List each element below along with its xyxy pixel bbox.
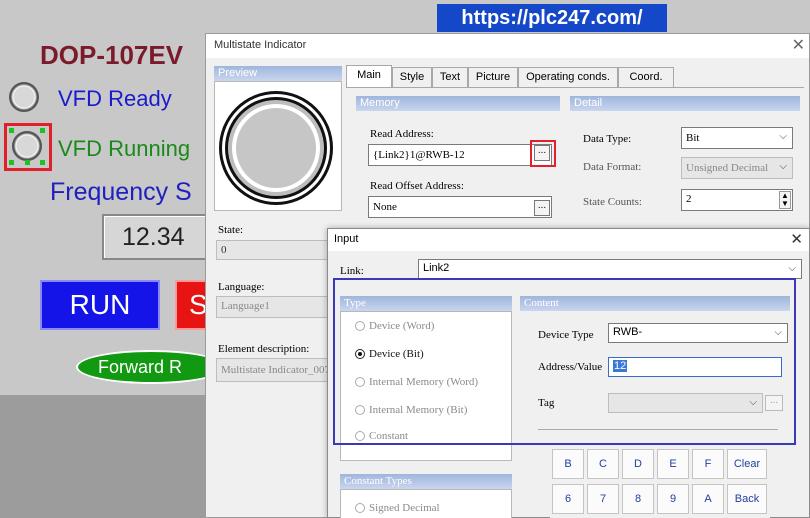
- element-description-field[interactable]: Multistate Indicator_007: [216, 358, 334, 382]
- chevron-down-icon: ⌵: [788, 263, 796, 274]
- read-offset-browse-button[interactable]: ...: [534, 200, 550, 216]
- key-9[interactable]: 9: [657, 484, 689, 514]
- key-e[interactable]: E: [657, 449, 689, 479]
- tab-picture[interactable]: Picture: [468, 67, 518, 87]
- constant-option-signed-decimal[interactable]: Signed Decimal: [355, 502, 440, 514]
- data-format-select[interactable]: Unsigned Decimal ⌵: [681, 157, 793, 179]
- read-address-field[interactable]: {Link2}1@RWB-12: [368, 144, 552, 166]
- key-c[interactable]: C: [587, 449, 619, 479]
- back-button[interactable]: Back: [727, 484, 767, 514]
- read-offset-label: Read Offset Address:: [370, 180, 464, 192]
- vfd-ready-label: VFD Ready: [58, 86, 172, 111]
- input-dialog-title: Input: [334, 233, 359, 245]
- vfd-ready-lamp-icon[interactable]: [9, 82, 39, 112]
- url-banner: https://plc247.com/: [437, 4, 667, 32]
- close-icon[interactable]: ✕: [792, 35, 805, 55]
- tab-text[interactable]: Text: [432, 67, 468, 87]
- tab-operating-conds[interactable]: Operating conds.: [518, 67, 618, 87]
- dialog-title: Multistate Indicator: [214, 39, 307, 51]
- data-type-select[interactable]: Bit ⌵: [681, 127, 793, 149]
- data-type-value: Bit: [686, 132, 700, 144]
- frequency-display[interactable]: 12.34: [102, 214, 212, 260]
- chevron-down-icon: ⌵: [779, 131, 787, 142]
- key-6[interactable]: 6: [552, 484, 584, 514]
- hmi-title: DOP-107EV: [40, 40, 184, 70]
- indicator-preview-icon: [219, 91, 333, 205]
- radio-icon: [355, 503, 365, 514]
- state-counts-label: State Counts:: [583, 196, 642, 208]
- data-type-label: Data Type:: [583, 133, 632, 145]
- vfd-running-label: VFD Running: [58, 136, 191, 161]
- preview-header: Preview: [214, 66, 342, 81]
- tab-main[interactable]: Main: [346, 65, 392, 87]
- state-counts-value: 2: [686, 193, 692, 205]
- spinner-arrows-icon[interactable]: ▲ ▼: [779, 191, 791, 209]
- tab-coord[interactable]: Coord.: [618, 67, 674, 87]
- language-label: Language:: [218, 281, 265, 293]
- key-d[interactable]: D: [622, 449, 654, 479]
- close-icon[interactable]: ✕: [790, 230, 803, 248]
- link-select[interactable]: Link2 ⌵: [418, 259, 802, 279]
- input-titlebar: Input ✕: [328, 229, 809, 251]
- forward-run-indicator[interactable]: Forward R: [76, 350, 226, 384]
- resize-handle[interactable]: [9, 128, 14, 133]
- detail-header: Detail: [570, 96, 800, 111]
- link-label: Link:: [340, 265, 364, 277]
- key-f[interactable]: F: [692, 449, 724, 479]
- element-description-label: Element description:: [218, 343, 310, 355]
- constant-types-header: Constant Types: [340, 474, 512, 489]
- resize-handle[interactable]: [40, 128, 45, 133]
- resize-handle[interactable]: [9, 160, 14, 165]
- frequency-label: Frequency S: [50, 178, 192, 206]
- preview-panel: [214, 81, 342, 211]
- dialog-titlebar: Multistate Indicator ✕: [206, 34, 809, 58]
- read-address-label: Read Address:: [370, 128, 434, 140]
- highlight-frame: [333, 278, 796, 445]
- constant-option-label: Signed Decimal: [369, 502, 440, 514]
- read-offset-field[interactable]: None: [368, 196, 552, 218]
- keypad: B C D E F Clear 6 7 8 9 A Back: [550, 447, 770, 518]
- vfd-running-lamp-icon[interactable]: [12, 131, 42, 161]
- link-value: Link2: [423, 262, 450, 274]
- tab-style[interactable]: Style: [392, 67, 432, 87]
- tab-divider: [346, 87, 804, 88]
- key-8[interactable]: 8: [622, 484, 654, 514]
- constant-types-panel: Signed Decimal: [340, 489, 512, 518]
- data-format-value: Unsigned Decimal: [686, 162, 769, 174]
- state-counts-spinner[interactable]: 2 ▲ ▼: [681, 189, 793, 211]
- key-a[interactable]: A: [692, 484, 724, 514]
- chevron-down-icon: ⌵: [779, 161, 787, 172]
- state-field[interactable]: 0: [216, 240, 334, 260]
- language-select[interactable]: Language1: [216, 296, 334, 318]
- key-b[interactable]: B: [552, 449, 584, 479]
- memory-header: Memory: [356, 96, 560, 111]
- resize-handle[interactable]: [25, 160, 30, 165]
- run-button[interactable]: RUN: [40, 280, 160, 330]
- resize-handle[interactable]: [40, 160, 45, 165]
- key-7[interactable]: 7: [587, 484, 619, 514]
- clear-button[interactable]: Clear: [727, 449, 767, 479]
- read-address-browse-button[interactable]: ...: [534, 145, 550, 161]
- data-format-label: Data Format:: [583, 161, 642, 173]
- state-label: State:: [218, 224, 244, 236]
